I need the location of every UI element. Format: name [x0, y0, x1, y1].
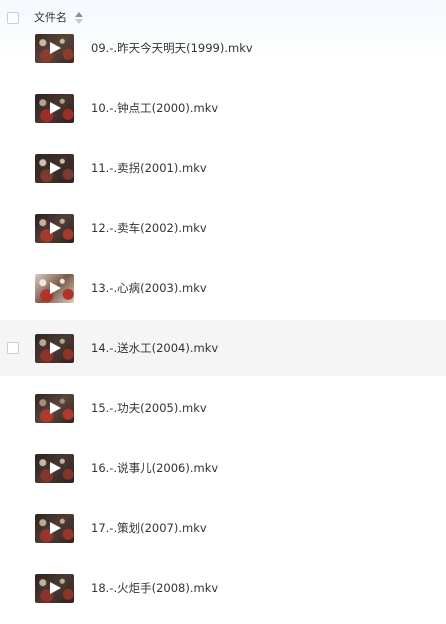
video-play-icon	[50, 42, 61, 54]
video-thumbnail[interactable]	[35, 94, 74, 123]
file-name[interactable]: 11.-.卖拐(2001).mkv	[91, 160, 207, 176]
video-play-icon	[50, 162, 61, 174]
video-thumbnail[interactable]	[35, 274, 74, 303]
file-row[interactable]: 11.-.卖拐(2001).mkv	[0, 140, 446, 196]
file-row[interactable]: 14.-.送水工(2004).mkv	[0, 320, 446, 376]
video-thumbnail[interactable]	[35, 154, 74, 183]
file-name[interactable]: 18.-.火炬手(2008).mkv	[91, 580, 218, 596]
video-play-icon	[50, 102, 61, 114]
file-row[interactable]: 17.-.策划(2007).mkv	[0, 500, 446, 556]
file-name[interactable]: 14.-.送水工(2004).mkv	[91, 340, 218, 356]
file-name[interactable]: 17.-.策划(2007).mkv	[91, 520, 207, 536]
file-row[interactable]: 16.-.说事儿(2006).mkv	[0, 440, 446, 496]
file-row[interactable]: 18.-.火炬手(2008).mkv	[0, 560, 446, 616]
video-thumbnail[interactable]	[35, 334, 74, 363]
file-row[interactable]: 12.-.卖车(2002).mkv	[0, 200, 446, 256]
video-play-icon	[50, 282, 61, 294]
row-checkbox[interactable]	[7, 342, 19, 354]
video-thumbnail[interactable]	[35, 394, 74, 423]
file-row[interactable]: 15.-.功夫(2005).mkv	[0, 380, 446, 436]
file-name[interactable]: 16.-.说事儿(2006).mkv	[91, 460, 218, 476]
video-play-icon	[50, 342, 61, 354]
video-play-icon	[50, 462, 61, 474]
video-thumbnail[interactable]	[35, 514, 74, 543]
video-thumbnail[interactable]	[35, 454, 74, 483]
video-thumbnail[interactable]	[35, 34, 74, 63]
video-play-icon	[50, 222, 61, 234]
file-name[interactable]: 12.-.卖车(2002).mkv	[91, 220, 207, 236]
file-row[interactable]: 09.-.昨天今天明天(1999).mkv	[0, 20, 446, 76]
file-name[interactable]: 09.-.昨天今天明天(1999).mkv	[91, 40, 253, 56]
file-name[interactable]: 15.-.功夫(2005).mkv	[91, 400, 207, 416]
video-thumbnail[interactable]	[35, 214, 74, 243]
file-name[interactable]: 13.-.心病(2003).mkv	[91, 280, 207, 296]
file-row[interactable]: 13.-.心病(2003).mkv	[0, 260, 446, 316]
video-thumbnail[interactable]	[35, 574, 74, 603]
video-play-icon	[50, 402, 61, 414]
file-name[interactable]: 10.-.钟点工(2000).mkv	[91, 100, 218, 116]
video-play-icon	[50, 522, 61, 534]
file-row[interactable]: 10.-.钟点工(2000).mkv	[0, 80, 446, 136]
video-play-icon	[50, 582, 61, 594]
